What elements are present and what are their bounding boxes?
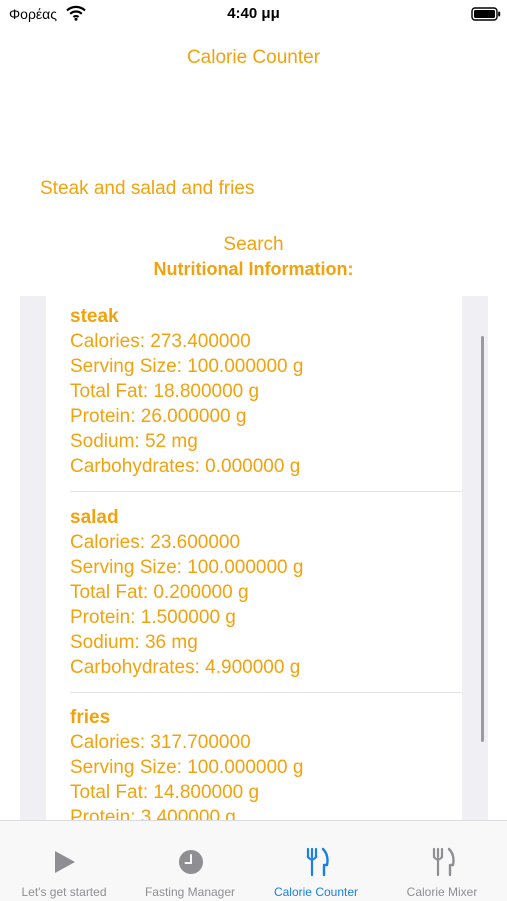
play-icon bbox=[55, 851, 75, 873]
meal-input-text[interactable]: Steak and salad and fries bbox=[40, 178, 254, 200]
carbohydrates-value: Carbohydrates: 0.000000 g bbox=[70, 456, 301, 477]
nutrition-heading: Nutritional Information: bbox=[153, 259, 354, 279]
list-item: salad Calories: 23.600000 Serving Size: … bbox=[70, 505, 462, 680]
tab-label: Let's get started bbox=[21, 885, 107, 899]
scrollbar[interactable] bbox=[481, 336, 484, 742]
food-name: steak bbox=[70, 306, 119, 327]
status-time: 4:40 μμ bbox=[227, 5, 280, 22]
total-fat-value: Total Fat: 14.800000 g bbox=[70, 782, 260, 803]
battery-icon bbox=[471, 7, 501, 21]
total-fat-value: Total Fat: 0.200000 g bbox=[70, 582, 249, 603]
tab-label: Calorie Mixer bbox=[406, 885, 478, 899]
tab-lets-get-started[interactable]: Let's get started bbox=[1, 821, 127, 901]
calories-value: Calories: 273.400000 bbox=[70, 331, 251, 352]
nutrition-results-panel: steak Calories: 273.400000 Serving Size:… bbox=[20, 296, 488, 820]
protein-value: Protein: 26.000000 g bbox=[70, 406, 247, 427]
separator bbox=[70, 692, 462, 693]
fork-knife-icon bbox=[432, 847, 455, 877]
tab-fasting-manager[interactable]: Fasting Manager bbox=[127, 821, 253, 901]
list-item: fries Calories: 317.700000 Serving Size:… bbox=[70, 705, 462, 820]
protein-value: Protein: 3.400000 g bbox=[70, 807, 236, 820]
sodium-value: Sodium: 52 mg bbox=[70, 431, 198, 452]
status-bar: Φορέας 4:40 μμ bbox=[0, 0, 507, 30]
sodium-value: Sodium: 36 mg bbox=[70, 632, 198, 653]
calories-value: Calories: 317.700000 bbox=[70, 732, 251, 753]
food-name: fries bbox=[70, 707, 111, 728]
tab-bar: Let's get started Fasting Manager Calori… bbox=[0, 820, 507, 901]
list-item: steak Calories: 273.400000 Serving Size:… bbox=[70, 304, 462, 479]
separator bbox=[70, 491, 462, 492]
tab-calorie-counter[interactable]: Calorie Counter bbox=[253, 821, 379, 901]
carbohydrates-value: Carbohydrates: 4.900000 g bbox=[70, 657, 301, 678]
serving-size-value: Serving Size: 100.000000 g bbox=[70, 356, 304, 377]
nutrition-results-list[interactable]: steak Calories: 273.400000 Serving Size:… bbox=[46, 296, 462, 820]
serving-size-value: Serving Size: 100.000000 g bbox=[70, 557, 304, 578]
calories-value: Calories: 23.600000 bbox=[70, 532, 241, 553]
fork-knife-icon bbox=[306, 847, 329, 877]
tab-label: Calorie Counter bbox=[273, 885, 359, 899]
tab-calorie-mixer[interactable]: Calorie Mixer bbox=[379, 821, 505, 901]
page-title: Calorie Counter bbox=[186, 47, 321, 68]
protein-value: Protein: 1.500000 g bbox=[70, 607, 236, 628]
serving-size-value: Serving Size: 100.000000 g bbox=[70, 757, 304, 778]
food-name: salad bbox=[70, 507, 119, 528]
search-button[interactable]: Search bbox=[0, 234, 507, 256]
clock-icon bbox=[179, 850, 203, 874]
total-fat-value: Total Fat: 18.800000 g bbox=[70, 381, 260, 402]
tab-label: Fasting Manager bbox=[144, 885, 236, 899]
